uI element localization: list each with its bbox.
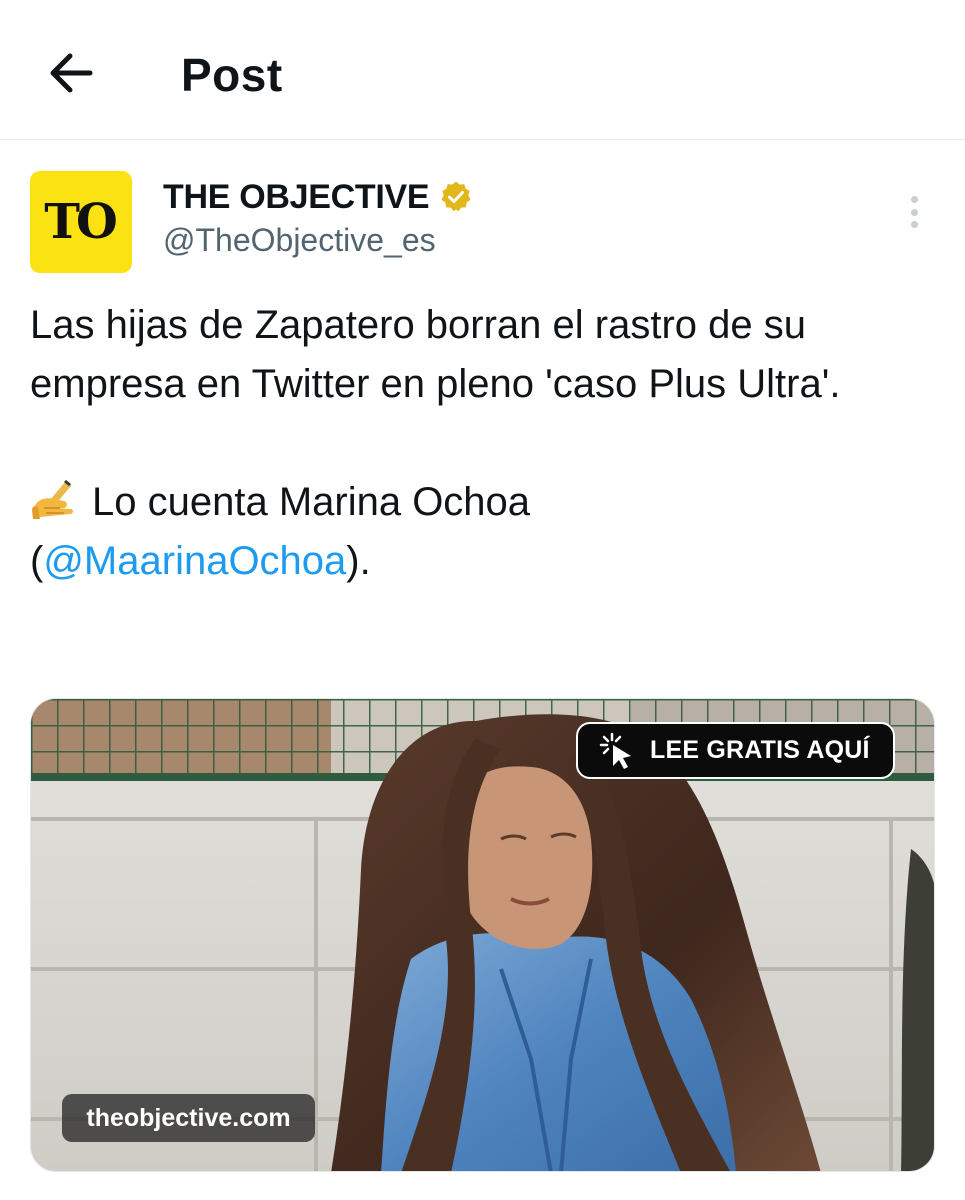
read-free-button[interactable]: LEE GRATIS AQUÍ	[576, 722, 895, 779]
link-domain-badge[interactable]: theobjective.com	[62, 1094, 315, 1142]
back-button[interactable]	[40, 44, 104, 104]
page-title: Post	[181, 49, 283, 101]
post-paragraph: Las hijas de Zapatero borran el rastro d…	[30, 303, 841, 406]
gold-verified-icon	[441, 181, 471, 212]
link-domain-label: theobjective.com	[86, 1103, 291, 1132]
arrow-left-icon	[50, 53, 93, 93]
author-handle[interactable]: @TheObjective_es	[163, 222, 436, 259]
more-options-button[interactable]	[897, 192, 931, 232]
avatar[interactable]: TO	[30, 171, 132, 273]
author-name-row: THE OBJECTIVE	[163, 174, 473, 220]
cursor-click-icon	[599, 732, 631, 769]
avatar-logo-text: TO	[44, 194, 118, 250]
post-text: Las hijas de Zapatero borran el rastro d…	[30, 296, 935, 591]
mention-link[interactable]: @MaarinaOchoa	[43, 539, 346, 583]
post-paragraph: Lo cuenta Marina Ochoa (@MaarinaOchoa).	[30, 473, 935, 591]
post-text-lead: Lo cuenta Marina Ochoa	[92, 480, 531, 524]
top-bar: Post	[0, 0, 965, 140]
author-display-name[interactable]: THE OBJECTIVE	[163, 178, 430, 217]
more-vertical-icon	[910, 196, 918, 203]
writing-hand-emoji	[32, 480, 73, 519]
read-free-label: LEE GRATIS AQUÍ	[650, 736, 870, 764]
